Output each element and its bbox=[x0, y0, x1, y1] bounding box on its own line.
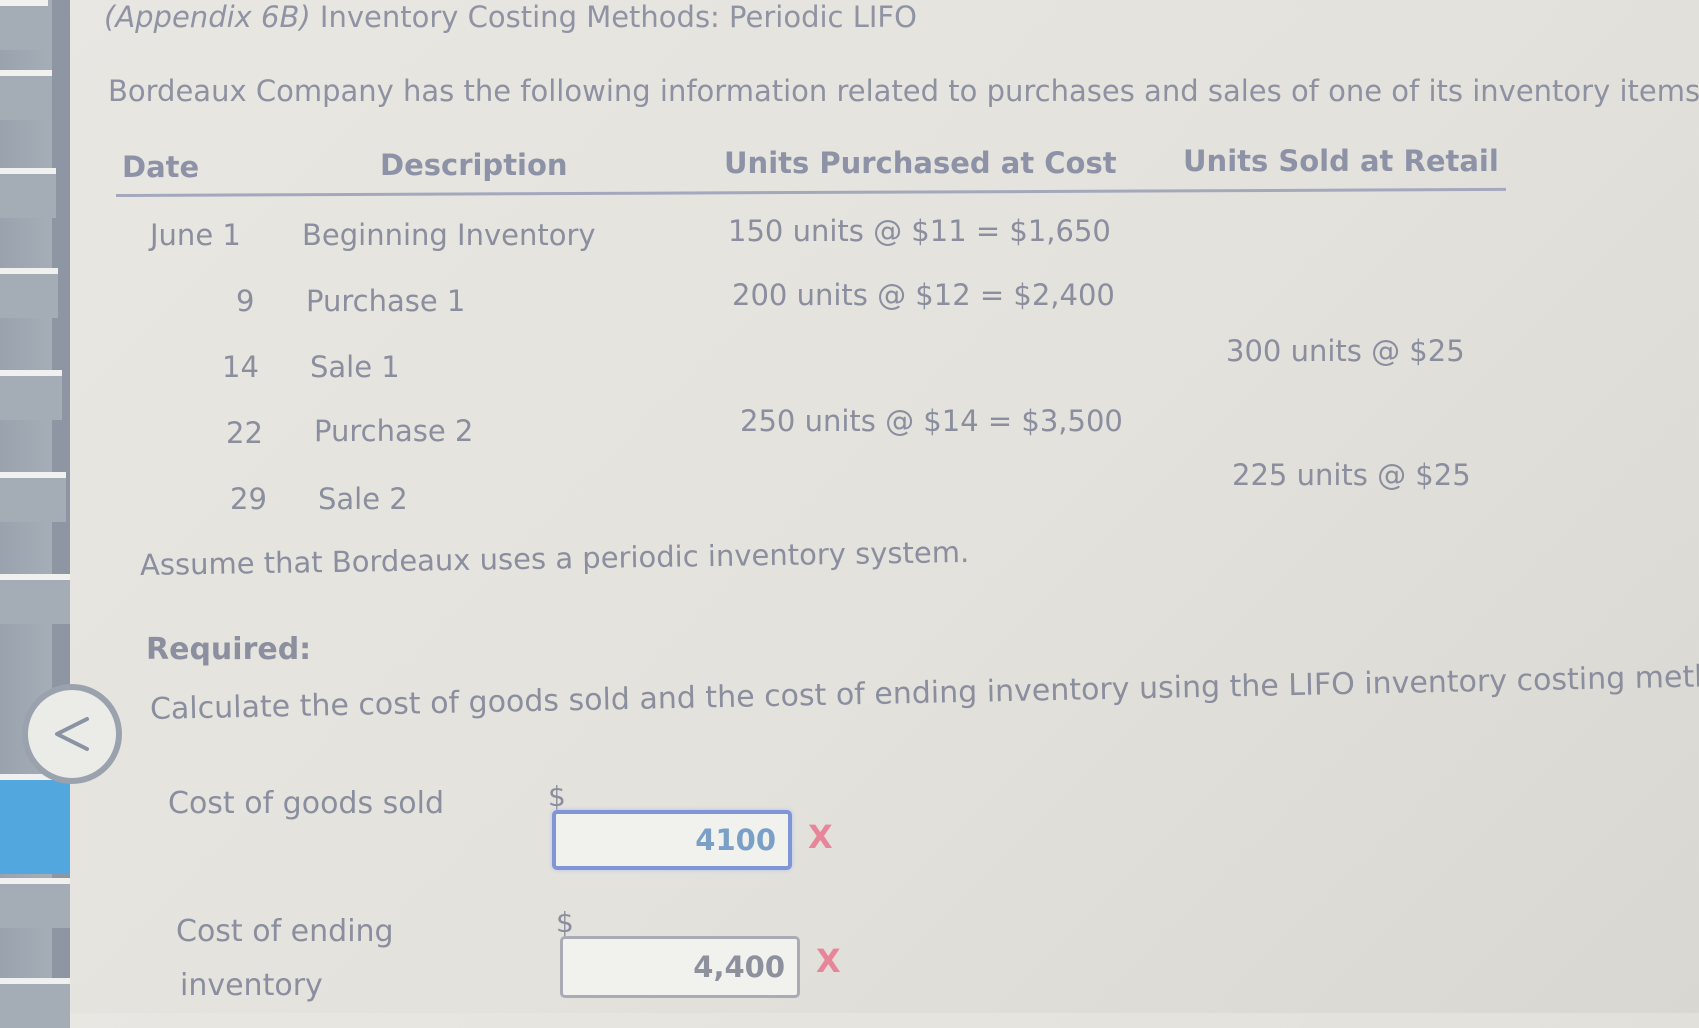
header-units-sold: Units Sold at Retail bbox=[1183, 144, 1499, 178]
row-description: Beginning Inventory bbox=[302, 218, 596, 252]
page-title: (Appendix 6B) Inventory Costing Methods:… bbox=[104, 0, 917, 34]
header-description: Description bbox=[380, 148, 568, 182]
intro-text: Bordeaux Company has the following infor… bbox=[108, 74, 1699, 108]
instruction-text: Calculate the cost of goods sold and the… bbox=[149, 658, 1699, 727]
header-divider bbox=[115, 187, 1506, 197]
row-purchased: 150 units @ $11 = $1,650 bbox=[728, 214, 1111, 248]
row-date: 22 bbox=[226, 416, 263, 450]
header-units-purchased: Units Purchased at Cost bbox=[724, 146, 1117, 180]
row-sold: 300 units @ $25 bbox=[1226, 334, 1465, 368]
cogs-currency: $ bbox=[548, 780, 566, 813]
cogs-label: Cost of goods sold bbox=[168, 786, 445, 821]
row-date: 9 bbox=[236, 284, 255, 318]
cogs-input[interactable] bbox=[552, 810, 792, 870]
assumption-text: Assume that Bordeaux uses a periodic inv… bbox=[139, 534, 970, 582]
ending-inventory-label-line2: inventory bbox=[180, 968, 323, 1003]
ending-inventory-input[interactable] bbox=[560, 936, 800, 998]
row-purchased: 200 units @ $12 = $2,400 bbox=[732, 278, 1115, 312]
row-sold: 225 units @ $25 bbox=[1232, 458, 1471, 492]
row-purchased: 250 units @ $14 = $3,500 bbox=[740, 404, 1123, 438]
row-description: Sale 2 bbox=[318, 482, 408, 516]
title-prefix: (Appendix 6B) bbox=[104, 0, 311, 34]
incorrect-x-icon: X bbox=[808, 818, 833, 856]
row-description: Sale 1 bbox=[310, 350, 400, 384]
question-content: (Appendix 6B) Inventory Costing Methods:… bbox=[0, 0, 1699, 1013]
row-date: 29 bbox=[230, 482, 267, 516]
required-heading: Required: bbox=[146, 632, 312, 667]
title-main: Inventory Costing Methods: Periodic LIFO bbox=[310, 0, 917, 34]
row-date: June 1 bbox=[150, 218, 241, 252]
row-description: Purchase 1 bbox=[306, 284, 466, 318]
row-date: 14 bbox=[222, 350, 259, 384]
incorrect-x-icon: X bbox=[816, 942, 841, 980]
header-date: Date bbox=[122, 150, 200, 184]
ending-inventory-label-line1: Cost of ending bbox=[176, 914, 394, 949]
ending-inventory-currency: $ bbox=[556, 906, 574, 939]
row-description: Purchase 2 bbox=[314, 414, 474, 448]
